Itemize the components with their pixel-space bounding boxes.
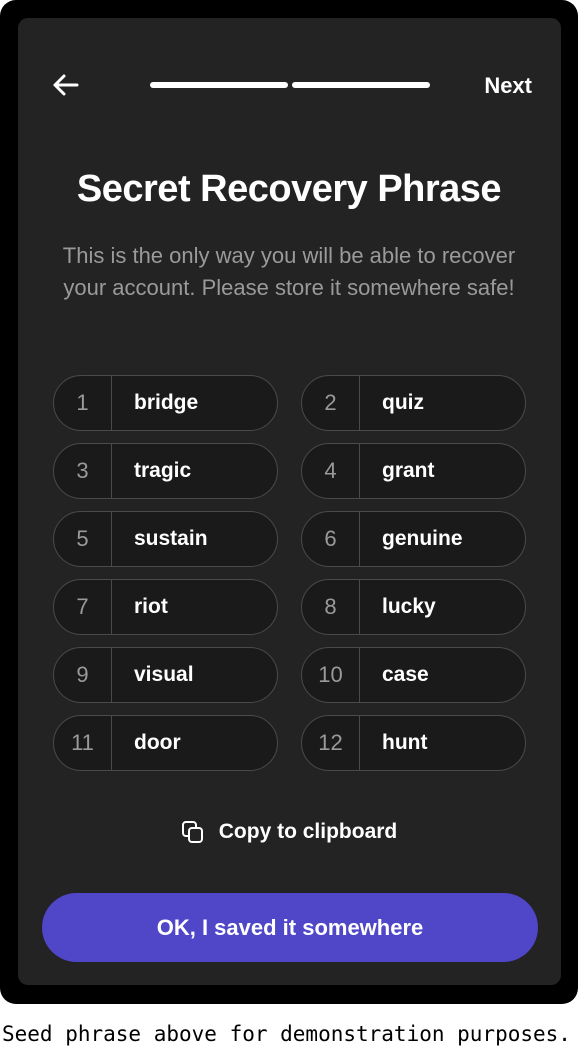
page-subtitle: This is the only way you will be able to… (62, 243, 516, 300)
seed-word-4: 4 grant (301, 443, 526, 499)
seed-word-1: 1 bridge (53, 375, 278, 431)
word-text: grant (382, 459, 435, 482)
seed-word-11: 11 door (53, 715, 278, 771)
word-number: 7 (54, 580, 112, 634)
word-number: 8 (302, 580, 360, 634)
back-button[interactable] (48, 68, 82, 102)
seed-word-5: 5 sustain (53, 511, 278, 567)
copy-icon (181, 820, 205, 844)
seed-word-3: 3 tragic (53, 443, 278, 499)
word-text: lucky (382, 595, 436, 618)
seed-word-9: 9 visual (53, 647, 278, 703)
copy-to-clipboard-button[interactable]: Copy to clipboard (0, 820, 578, 844)
word-text: case (382, 663, 429, 686)
caption: Seed phrase above for demonstration purp… (2, 1022, 571, 1046)
word-number: 6 (302, 512, 360, 566)
word-number: 3 (54, 444, 112, 498)
word-text: visual (134, 663, 194, 686)
word-text: riot (134, 595, 168, 618)
arrow-left-icon (53, 74, 79, 96)
progress-step-2 (292, 82, 430, 88)
word-text: genuine (382, 527, 463, 550)
progress-step-1 (150, 82, 288, 88)
word-number: 10 (302, 648, 360, 702)
word-number: 1 (54, 376, 112, 430)
seed-word-7: 7 riot (53, 579, 278, 635)
seed-word-6: 6 genuine (301, 511, 526, 567)
word-text: hunt (382, 731, 428, 754)
seed-word-10: 10 case (301, 647, 526, 703)
word-text: sustain (134, 527, 208, 550)
seed-phrase-grid: 1 bridge 2 quiz 3 tragic 4 grant 5 susta… (53, 375, 526, 771)
word-number: 5 (54, 512, 112, 566)
copy-label: Copy to clipboard (218, 820, 398, 843)
word-text: door (134, 731, 181, 754)
word-text: tragic (134, 459, 192, 482)
seed-word-8: 8 lucky (301, 579, 526, 635)
word-number: 4 (302, 444, 360, 498)
word-number: 11 (54, 716, 112, 770)
next-button[interactable]: Next (484, 70, 532, 102)
page-title: Secret Recovery Phrase (76, 168, 502, 210)
word-text: bridge (134, 391, 199, 414)
word-number: 2 (302, 376, 360, 430)
seed-word-12: 12 hunt (301, 715, 526, 771)
saved-confirm-button[interactable]: OK, I saved it somewhere (42, 893, 538, 962)
word-number: 9 (54, 648, 112, 702)
word-text: quiz (382, 391, 424, 414)
word-number: 12 (302, 716, 360, 770)
seed-word-2: 2 quiz (301, 375, 526, 431)
